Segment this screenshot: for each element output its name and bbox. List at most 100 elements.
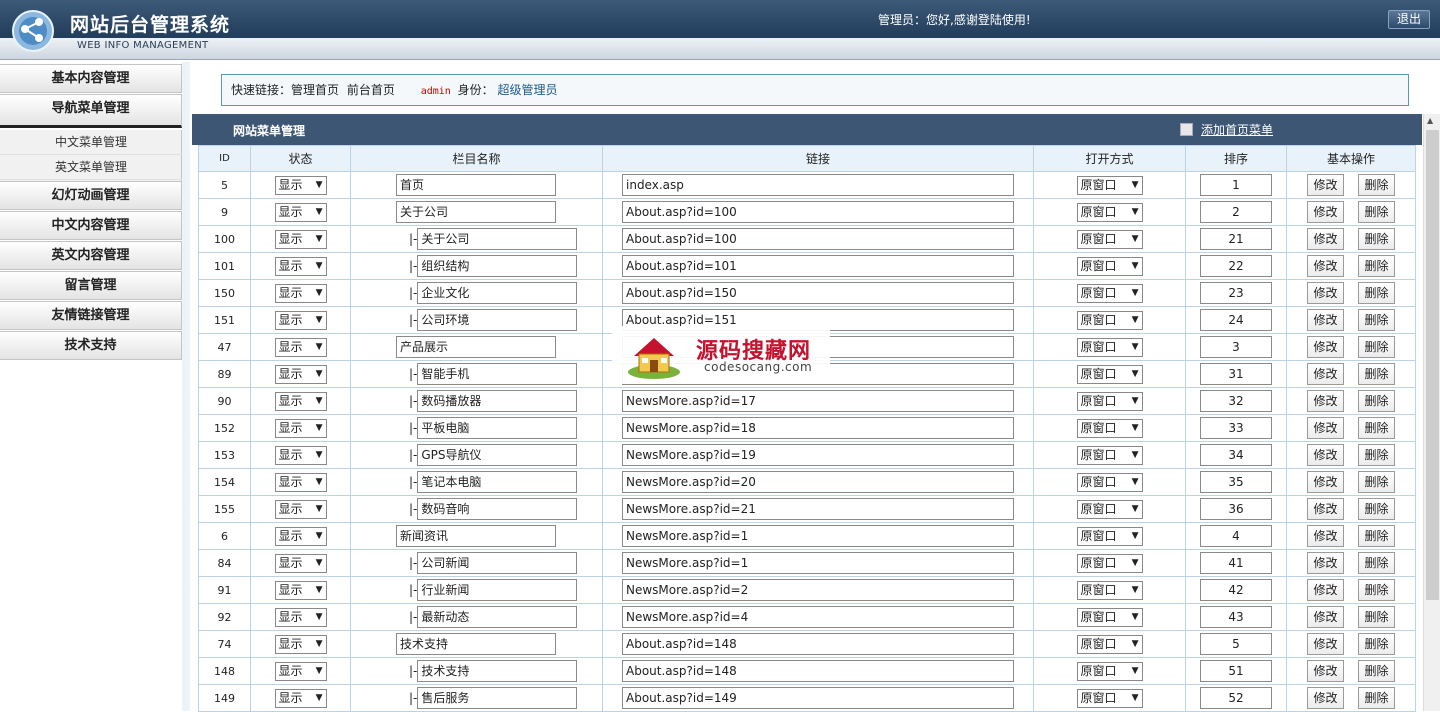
status-select[interactable]: 显示 ▼ (274, 391, 327, 411)
edit-button[interactable]: 修改 (1307, 201, 1344, 223)
open-mode-select[interactable]: 原窗口 ▼ (1076, 526, 1143, 546)
open-mode-select[interactable]: 原窗口 ▼ (1076, 607, 1143, 627)
link-input[interactable]: NewsMore.asp?id=1 (622, 525, 1014, 547)
delete-button[interactable]: 删除 (1358, 363, 1395, 385)
scroll-up-icon[interactable]: ▲ (1427, 116, 1433, 125)
quick-link-front-home[interactable]: 前台首页 (347, 83, 395, 97)
status-select[interactable]: 显示 ▼ (274, 202, 327, 222)
edit-button[interactable]: 修改 (1307, 660, 1344, 682)
sidebar-subitem-en-menu[interactable]: 英文菜单管理 (0, 155, 182, 180)
checkbox-icon[interactable] (1180, 123, 1193, 136)
name-input[interactable]: 笔记本电脑 (417, 471, 578, 493)
status-select[interactable]: 显示 ▼ (274, 688, 327, 708)
sort-input[interactable]: 21 (1200, 228, 1272, 250)
page-scrollbar[interactable]: ▲ (1423, 114, 1440, 711)
sort-input[interactable]: 32 (1200, 390, 1272, 412)
open-mode-select[interactable]: 原窗口 ▼ (1076, 445, 1143, 465)
delete-button[interactable]: 删除 (1358, 390, 1395, 412)
name-input[interactable]: 平板电脑 (417, 417, 578, 439)
open-mode-select[interactable]: 原窗口 ▼ (1076, 310, 1143, 330)
edit-button[interactable]: 修改 (1307, 498, 1344, 520)
sidebar-item-cn-content[interactable]: 中文内容管理 (0, 211, 182, 240)
open-mode-select[interactable]: 原窗口 ▼ (1076, 661, 1143, 681)
edit-button[interactable]: 修改 (1307, 255, 1344, 277)
edit-button[interactable]: 修改 (1307, 309, 1344, 331)
name-input[interactable]: 智能手机 (417, 363, 578, 385)
delete-button[interactable]: 删除 (1358, 552, 1395, 574)
status-select[interactable]: 显示 ▼ (274, 337, 327, 357)
open-mode-select[interactable]: 原窗口 ▼ (1076, 472, 1143, 492)
sort-input[interactable]: 24 (1200, 309, 1272, 331)
name-input[interactable]: 技术支持 (417, 660, 578, 682)
link-input[interactable]: NewsMore.asp?id=2 (622, 579, 1014, 601)
sort-input[interactable]: 51 (1200, 660, 1272, 682)
delete-button[interactable]: 删除 (1358, 687, 1395, 709)
link-input[interactable]: About.asp?id=101 (622, 255, 1014, 277)
edit-button[interactable]: 修改 (1307, 552, 1344, 574)
link-input[interactable]: About.asp?id=150 (622, 282, 1014, 304)
name-input[interactable]: 新闻资讯 (396, 525, 556, 547)
edit-button[interactable]: 修改 (1307, 525, 1344, 547)
name-input[interactable]: 关于公司 (417, 228, 578, 250)
delete-button[interactable]: 删除 (1358, 228, 1395, 250)
link-input[interactable]: About.asp?id=149 (622, 687, 1014, 709)
logout-button[interactable]: 退出 (1388, 10, 1430, 29)
sidebar-item-guestbook[interactable]: 留言管理 (0, 271, 182, 300)
status-select[interactable]: 显示 ▼ (274, 553, 327, 573)
status-select[interactable]: 显示 ▼ (274, 256, 327, 276)
edit-button[interactable]: 修改 (1307, 471, 1344, 493)
open-mode-select[interactable]: 原窗口 ▼ (1076, 256, 1143, 276)
scroll-thumb[interactable] (1426, 130, 1439, 600)
name-input[interactable]: 售后服务 (417, 687, 578, 709)
sidebar-item-links[interactable]: 友情链接管理 (0, 301, 182, 330)
link-input[interactable]: NewsMore.asp?id=20 (622, 471, 1014, 493)
open-mode-select[interactable]: 原窗口 ▼ (1076, 283, 1143, 303)
delete-button[interactable]: 删除 (1358, 633, 1395, 655)
edit-button[interactable]: 修改 (1307, 579, 1344, 601)
edit-button[interactable]: 修改 (1307, 417, 1344, 439)
open-mode-select[interactable]: 原窗口 ▼ (1076, 202, 1143, 222)
status-select[interactable]: 显示 ▼ (274, 283, 327, 303)
sidebar-item-basic-content[interactable]: 基本内容管理 (0, 64, 182, 93)
name-input[interactable]: GPS导航仪 (417, 444, 578, 466)
quick-link-admin-home[interactable]: 管理首页 (291, 83, 339, 97)
edit-button[interactable]: 修改 (1307, 606, 1344, 628)
open-mode-select[interactable]: 原窗口 ▼ (1076, 580, 1143, 600)
sort-input[interactable]: 36 (1200, 498, 1272, 520)
delete-button[interactable]: 删除 (1358, 417, 1395, 439)
sidebar-item-nav-menu[interactable]: 导航菜单管理 (0, 94, 182, 128)
status-select[interactable]: 显示 ▼ (274, 418, 327, 438)
name-input[interactable]: 首页 (396, 174, 556, 196)
delete-button[interactable]: 删除 (1358, 282, 1395, 304)
open-mode-select[interactable]: 原窗口 ▼ (1076, 337, 1143, 357)
sort-input[interactable]: 4 (1200, 525, 1272, 547)
edit-button[interactable]: 修改 (1307, 228, 1344, 250)
open-mode-select[interactable]: 原窗口 ▼ (1076, 391, 1143, 411)
delete-button[interactable]: 删除 (1358, 606, 1395, 628)
delete-button[interactable]: 删除 (1358, 525, 1395, 547)
open-mode-select[interactable]: 原窗口 ▼ (1076, 418, 1143, 438)
name-input[interactable]: 数码音响 (417, 498, 578, 520)
open-mode-select[interactable]: 原窗口 ▼ (1076, 175, 1143, 195)
delete-button[interactable]: 删除 (1358, 336, 1395, 358)
sort-input[interactable]: 23 (1200, 282, 1272, 304)
open-mode-select[interactable]: 原窗口 ▼ (1076, 688, 1143, 708)
status-select[interactable]: 显示 ▼ (274, 661, 327, 681)
link-input[interactable]: About.asp?id=100 (622, 228, 1014, 250)
link-input[interactable]: NewsMore.asp?id=21 (622, 498, 1014, 520)
link-input[interactable]: NewsMore.asp?id=18 (622, 417, 1014, 439)
status-select[interactable]: 显示 ▼ (274, 229, 327, 249)
sort-input[interactable]: 1 (1200, 174, 1272, 196)
sidebar-item-en-content[interactable]: 英文内容管理 (0, 241, 182, 270)
link-input[interactable]: About.asp?id=148 (622, 660, 1014, 682)
name-input[interactable]: 最新动态 (417, 606, 578, 628)
name-input[interactable]: 关于公司 (396, 201, 556, 223)
open-mode-select[interactable]: 原窗口 ▼ (1076, 229, 1143, 249)
link-input[interactable]: About.asp?id=100 (622, 201, 1014, 223)
sort-input[interactable]: 34 (1200, 444, 1272, 466)
sidebar-item-slideshow[interactable]: 幻灯动画管理 (0, 181, 182, 210)
delete-button[interactable]: 删除 (1358, 174, 1395, 196)
sort-input[interactable]: 35 (1200, 471, 1272, 493)
status-select[interactable]: 显示 ▼ (274, 499, 327, 519)
edit-button[interactable]: 修改 (1307, 363, 1344, 385)
